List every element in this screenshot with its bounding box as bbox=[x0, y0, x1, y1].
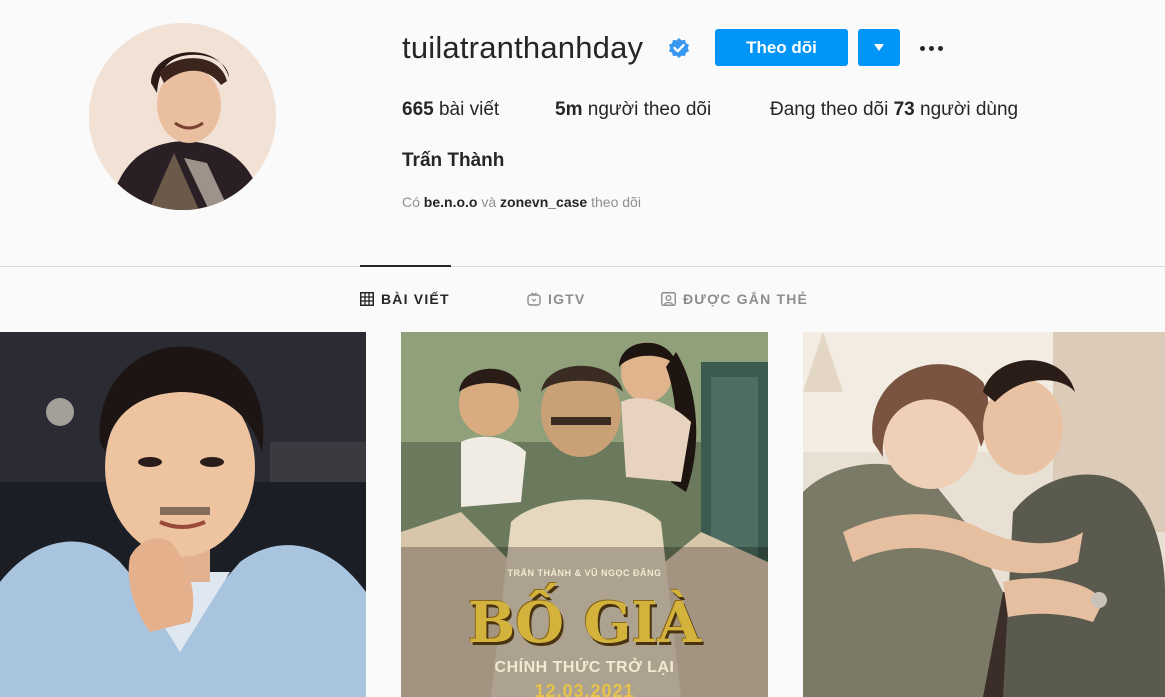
post-thumbnail[interactable]: TRẤN THÀNH & VŨ NGỌC ĐÃNG BỐ GIÀ CHÍNH T… bbox=[401, 332, 768, 697]
profile-full-name: Trấn Thành bbox=[402, 150, 505, 171]
following-stat[interactable]: Đang theo dõi 73 người dùng bbox=[770, 99, 1018, 121]
following-count: 73 bbox=[893, 99, 915, 120]
poster-title: BỐ GIÀ bbox=[467, 590, 702, 656]
dot-icon bbox=[937, 45, 943, 51]
followed-by-suffix: theo dõi bbox=[591, 194, 641, 210]
followed-by-text: Có be.n.o.o và zonevn_case theo dõi bbox=[402, 194, 641, 210]
following-prefix: Đang theo dõi bbox=[770, 99, 889, 120]
igtv-icon bbox=[527, 292, 541, 306]
selfie-photo bbox=[0, 332, 366, 697]
tabs-divider bbox=[0, 266, 1165, 267]
poster-subtitle: CHÍNH THỨC TRỞ LẠI bbox=[494, 659, 675, 676]
post-thumbnail[interactable] bbox=[803, 332, 1165, 697]
suggested-accounts-dropdown-button[interactable] bbox=[858, 29, 900, 66]
couple-photo bbox=[803, 332, 1165, 697]
followed-by-conjunction: và bbox=[481, 194, 497, 210]
posts-stat: 665 bài viết bbox=[402, 99, 499, 121]
tab-tagged[interactable]: ĐƯỢC GẮN THẺ bbox=[661, 291, 808, 307]
posts-label: bài viết bbox=[438, 99, 500, 120]
tab-label: IGTV bbox=[548, 291, 586, 307]
tab-igtv[interactable]: IGTV bbox=[527, 291, 585, 307]
dot-icon bbox=[919, 45, 925, 51]
posts-count: 665 bbox=[402, 99, 434, 120]
profile-username: tuilatranthanhday bbox=[402, 30, 644, 65]
followed-by-account-link[interactable]: zonevn_case bbox=[500, 194, 587, 210]
followed-by-prefix: Có bbox=[402, 194, 420, 210]
more-options-button[interactable] bbox=[915, 36, 947, 60]
tab-label: ĐƯỢC GẮN THẺ bbox=[683, 291, 809, 307]
tab-label: BÀI VIẾT bbox=[381, 291, 450, 307]
followed-by-account-link[interactable]: be.n.o.o bbox=[424, 194, 478, 210]
grid-icon bbox=[360, 292, 374, 306]
tagged-icon bbox=[661, 292, 676, 306]
tab-posts[interactable]: BÀI VIẾT bbox=[360, 291, 450, 307]
post-thumbnail[interactable] bbox=[0, 332, 366, 697]
followers-label: người theo dõi bbox=[587, 99, 712, 120]
poster-date: 12.03.2021 bbox=[534, 681, 635, 697]
poster-credits: TRẤN THÀNH & VŨ NGỌC ĐÃNG bbox=[507, 568, 662, 578]
verified-badge-icon bbox=[667, 37, 691, 61]
follow-button[interactable]: Theo dõi bbox=[715, 29, 848, 66]
caret-down-icon bbox=[874, 44, 884, 51]
following-label: người dùng bbox=[920, 99, 1019, 120]
dot-icon bbox=[928, 45, 934, 51]
profile-avatar[interactable] bbox=[89, 23, 276, 210]
followers-count: 5m bbox=[555, 99, 583, 120]
followers-stat[interactable]: 5m người theo dõi bbox=[555, 99, 711, 121]
active-tab-indicator bbox=[360, 265, 451, 267]
